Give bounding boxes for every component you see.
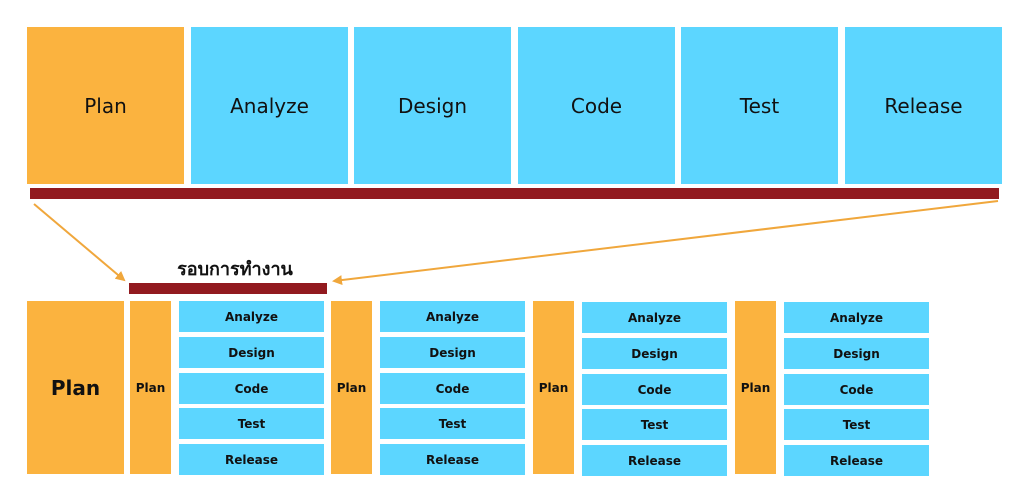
iteration-step-design: Design <box>582 338 727 369</box>
phase-release: Release <box>845 27 1002 184</box>
iteration-step-design: Design <box>380 337 525 368</box>
iteration-step-code: Code <box>179 373 324 404</box>
iteration-plan: Plan <box>130 301 171 474</box>
cycle-bar <box>129 283 327 294</box>
iteration-plan: Plan <box>533 301 574 474</box>
iteration-step-analyze: Analyze <box>784 302 929 333</box>
iteration-step-analyze: Analyze <box>582 302 727 333</box>
iteration-step-code: Code <box>380 373 525 404</box>
arrow-right <box>332 200 999 286</box>
iteration-step-analyze: Analyze <box>380 301 525 332</box>
phase-plan: Plan <box>27 27 184 184</box>
arrow-left <box>33 203 126 282</box>
iteration-plan: Plan <box>331 301 372 474</box>
iteration-step-code: Code <box>784 374 929 405</box>
iteration-step-test: Test <box>380 408 525 439</box>
iteration-step-release: Release <box>380 444 525 475</box>
iteration-step-design: Design <box>179 337 324 368</box>
phase-design: Design <box>354 27 511 184</box>
iteration-step-test: Test <box>179 408 324 439</box>
main-plan: Plan <box>27 301 124 474</box>
iteration-step-design: Design <box>784 338 929 369</box>
iteration-step-code: Code <box>582 374 727 405</box>
phase-code: Code <box>518 27 675 184</box>
iteration-step-release: Release <box>179 444 324 475</box>
iteration-step-analyze: Analyze <box>179 301 324 332</box>
cycle-label: รอบการทำงาน <box>177 259 293 280</box>
iteration-step-test: Test <box>582 409 727 440</box>
iteration-step-test: Test <box>784 409 929 440</box>
timeline-bar <box>30 188 999 199</box>
iteration-step-release: Release <box>784 445 929 476</box>
iteration-step-release: Release <box>582 445 727 476</box>
iteration-plan: Plan <box>735 301 776 474</box>
phase-analyze: Analyze <box>191 27 348 184</box>
phase-test: Test <box>681 27 838 184</box>
